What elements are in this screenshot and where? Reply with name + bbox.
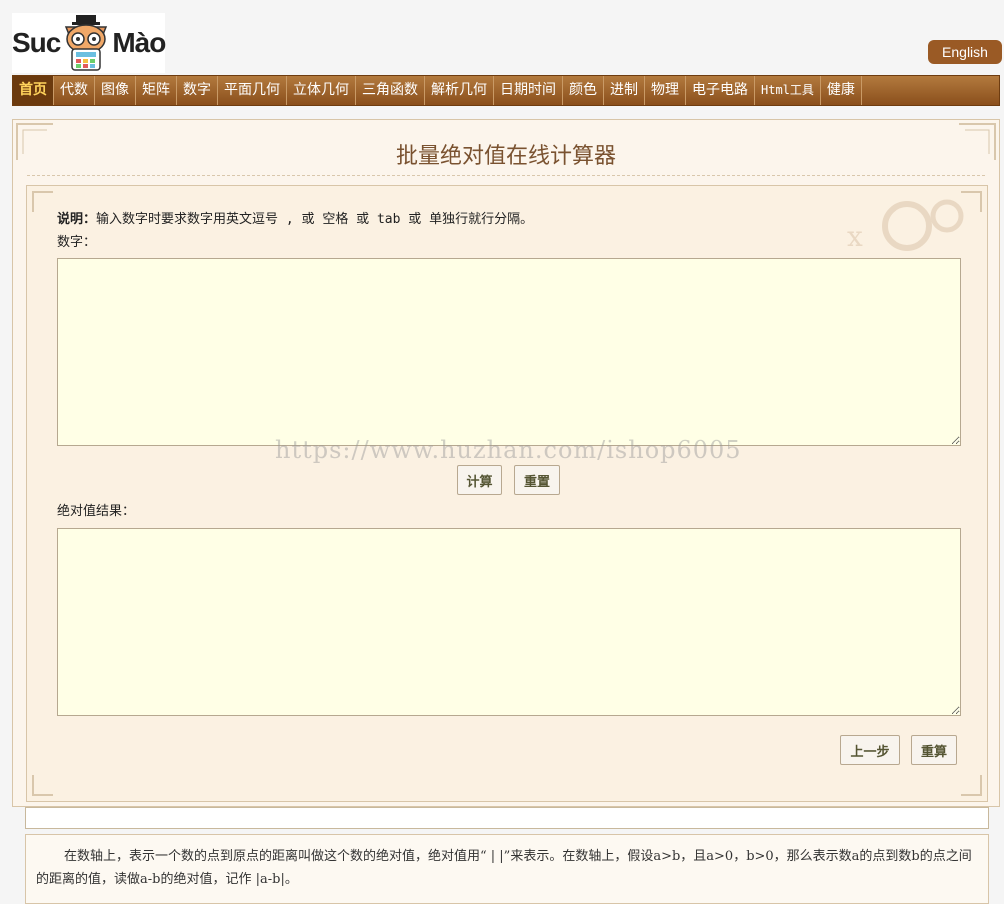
info-box: 在数轴上，表示一个数的点到原点的距离叫做这个数的绝对值，绝对值用“ | |”来表… (25, 834, 989, 904)
main-nav: 首页 代数 图像 矩阵 数字 平面几何 立体几何 三角函数 解析几何 日期时间 … (12, 75, 1000, 106)
calculator-panel: 批量绝对值在线计算器 x 6 + 说明：输入数字时要求数字用英文逗号 , 或 空… (12, 119, 1000, 807)
logo-text-right: Mào (112, 27, 166, 58)
corner-ornament-icon (32, 775, 53, 796)
nav-item-numbers[interactable]: 数字 (177, 76, 218, 105)
recalculate-button[interactable]: 重算 (911, 735, 957, 765)
corner-ornament-icon (32, 191, 53, 212)
corner-ornament-icon (961, 191, 982, 212)
ad-bar (25, 807, 989, 829)
nav-item-trigonometry[interactable]: 三角函数 (356, 76, 425, 105)
nav-item-circuits[interactable]: 电子电路 (686, 76, 755, 105)
nav-item-home[interactable]: 首页 (13, 76, 54, 105)
nav-item-solid-geometry[interactable]: 立体几何 (287, 76, 356, 105)
nav-item-graphs[interactable]: 图像 (95, 76, 136, 105)
numbers-input[interactable] (57, 258, 961, 446)
nav-item-html-tools[interactable]: Html工具 (755, 76, 821, 105)
nav-item-plane-geometry[interactable]: 平面几何 (218, 76, 287, 105)
page-title: 批量绝对值在线计算器 (395, 144, 616, 169)
previous-step-button[interactable]: 上一步 (840, 735, 900, 765)
nav-item-health[interactable]: 健康 (821, 76, 862, 105)
nav-item-color[interactable]: 颜色 (563, 76, 604, 105)
nav-item-analytic-geometry[interactable]: 解析几何 (425, 76, 494, 105)
nav-item-algebra[interactable]: 代数 (54, 76, 95, 105)
cat-logo-icon (62, 15, 110, 71)
numbers-label: 数字： (57, 235, 97, 250)
nav-item-base[interactable]: 进制 (604, 76, 645, 105)
corner-ornament-icon (961, 775, 982, 796)
instructions: 说明：输入数字时要求数字用英文逗号 , 或 空格 或 tab 或 单独行就行分隔… (57, 208, 533, 227)
reset-button[interactable]: 重置 (514, 465, 560, 495)
calculator-form: x 6 + 说明：输入数字时要求数字用英文逗号 , 或 空格 或 tab 或 单… (26, 185, 988, 802)
instructions-label: 说明： (57, 212, 97, 227)
title-divider (27, 175, 985, 176)
calculate-button[interactable]: 计算 (457, 465, 502, 495)
english-button[interactable]: English (928, 40, 1002, 64)
nav-item-physics[interactable]: 物理 (645, 76, 686, 105)
info-text: 在数轴上，表示一个数的点到原点的距离叫做这个数的绝对值，绝对值用“ | |”来表… (36, 849, 972, 887)
nav-item-matrix[interactable]: 矩阵 (136, 76, 177, 105)
logo[interactable]: Suc Mào (12, 13, 166, 73)
logo-text-left: Suc (12, 27, 61, 58)
result-output[interactable] (57, 528, 961, 716)
result-label: 绝对值结果： (57, 504, 136, 519)
nav-item-datetime[interactable]: 日期时间 (494, 76, 563, 105)
svg-text:x: x (847, 220, 863, 253)
instructions-text: 输入数字时要求数字用英文逗号 , 或 空格 或 tab 或 单独行就行分隔。 (96, 212, 534, 227)
